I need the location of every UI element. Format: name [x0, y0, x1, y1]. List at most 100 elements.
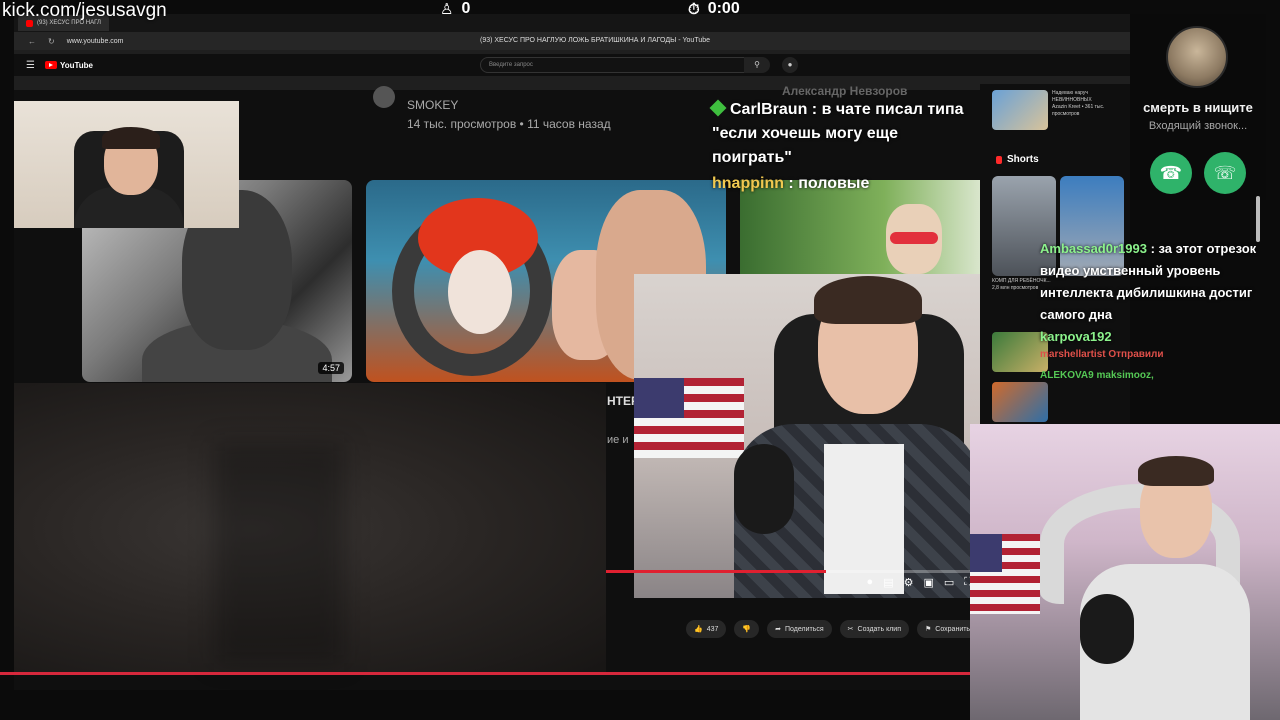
player-control-icons: ● ▤ ⚙ ▣ ▭ ⛶ [867, 576, 972, 589]
recommended-video-card[interactable]: Надеваю наруч НЕВИННОВНЫХ Azazin Kreet •… [992, 90, 1124, 130]
us-flag [970, 534, 1040, 614]
accept-video-call-button[interactable]: ☏ [1204, 152, 1246, 194]
streamer-hair [1138, 456, 1214, 486]
caller-name: смерть в нищите [1143, 100, 1253, 115]
tab-strip: (93) ХЕСУС ПРО НАГЛ [14, 14, 1130, 32]
flag-canton [970, 534, 1002, 572]
address-bar: ← ↻ www.youtube.com (93) ХЕСУС ПРО НАГЛУ… [14, 32, 1130, 50]
phone-icon: ☎ [1159, 163, 1183, 183]
viewer-count: 0 [461, 0, 471, 17]
chat-username: CarlBraun [730, 101, 808, 118]
reaction-webcam-top [14, 101, 239, 228]
autoplay-toggle-icon[interactable]: ● [867, 576, 874, 589]
call-status: Входящий звонок... [1148, 120, 1248, 132]
search-icon[interactable]: ⚲ [744, 57, 770, 73]
recommended-title: Надеваю наруч НЕВИННОВНЫХ [1052, 90, 1092, 103]
video-meta: SMOKEY 14 тыс. просмотров • 11 часов наз… [407, 96, 611, 134]
theater-mode-icon[interactable]: ▭ [944, 576, 954, 589]
chat-ghost-line: ALEKOVA9 maksimooz, [1040, 369, 1276, 382]
channel-name[interactable]: SMOKEY [407, 96, 611, 115]
chat-message: CarlBraun : в чате писал типа "если хоче… [709, 98, 980, 170]
scissors-icon: ✂ [847, 626, 854, 633]
recommended-video-card[interactable] [992, 382, 1124, 422]
viewer-counter: ♙ 0 [440, 0, 470, 18]
bookmark-icon: ⚑ [925, 626, 932, 633]
video-subtitle-partial: ие и [607, 434, 629, 446]
url-field[interactable]: www.youtube.com [67, 38, 124, 45]
dislike-button[interactable]: 👎 [734, 620, 760, 638]
chat-message: Ambassad0r1993 : за этот отрезок видео у… [1040, 238, 1276, 326]
youtube-play-icon [44, 61, 57, 69]
chat-username: Ambassad0r1993 [1040, 241, 1147, 256]
microphone-icon[interactable]: ● [782, 57, 798, 73]
chat-text: : половые [783, 175, 870, 192]
search-input[interactable]: Введите запрос [480, 57, 752, 73]
stream-progress-line [0, 672, 970, 675]
subtitles-icon[interactable]: ▤ [883, 576, 893, 589]
shorts-header: Shorts [996, 154, 1039, 165]
recommended-thumbnail [992, 382, 1048, 422]
thumbs-up-icon: 👍 [694, 626, 703, 633]
page-title: (93) ХЕСУС ПРО НАГЛУЮ ЛОЖЬ БРАТИШКИНА И … [480, 37, 711, 44]
caller-avatar [1166, 26, 1228, 88]
share-button[interactable]: ➦ Поделиться [767, 620, 832, 638]
microphone [734, 444, 794, 534]
video-player-webcam[interactable] [634, 274, 980, 598]
progress-fill [606, 570, 826, 573]
share-icon: ➦ [775, 626, 781, 633]
accept-call-button[interactable]: ☎ [1150, 152, 1192, 194]
like-count: 437 [706, 625, 719, 633]
recommended-meta: Azazin Kreet • 361 тыс. просмотров [1052, 104, 1105, 117]
youtube-logo-text: YouTube [59, 60, 93, 70]
flag-canton [634, 378, 684, 418]
youtube-logo[interactable]: YouTube [44, 60, 93, 70]
clip-label: Создать клип [857, 625, 902, 633]
video-duration: 4:57 [318, 362, 344, 374]
thumbs-down-icon: 👎 [742, 626, 752, 633]
viewers-icon: ♙ [440, 1, 454, 18]
video-shadow [214, 443, 344, 663]
chat-badge-icon [709, 99, 727, 117]
kick-channel-url: kick.com/jesusavgn [2, 0, 167, 21]
share-label: Поделиться [785, 625, 824, 633]
streamer-webcam [970, 424, 1280, 720]
chat-message: hnappinn : половые [712, 172, 980, 196]
chat-ghost-line: Александр Невзоров [782, 84, 908, 98]
miniplayer-icon[interactable]: ▣ [923, 576, 933, 589]
chat-overlay-right: Ambassad0r1993 : за этот отрезок видео у… [1040, 238, 1276, 382]
streamer-hair [814, 276, 922, 324]
back-icon[interactable]: ← [28, 37, 36, 46]
like-button[interactable]: 👍 437 [686, 620, 727, 638]
dark-video-frame [14, 383, 606, 675]
microphone [1080, 594, 1134, 664]
recommended-thumbnail [992, 90, 1048, 130]
chat-username: hnappinn [712, 175, 784, 192]
chat-ghost-text: marshellartist Отправили [1040, 349, 1164, 360]
us-flag [634, 378, 744, 458]
settings-gear-icon[interactable]: ⚙ [904, 576, 914, 589]
thumb-clown-face [448, 250, 512, 334]
save-label: Сохранить [935, 625, 971, 633]
timer-value: 0:00 [707, 0, 740, 17]
clip-button[interactable]: ✂ Создать клип [839, 620, 910, 638]
scrollbar-thumb[interactable] [1256, 196, 1260, 242]
browser-window: (93) ХЕСУС ПРО НАГЛ ← ↻ www.youtube.com … [14, 14, 1130, 90]
shorts-icon [996, 155, 1002, 164]
chat-ghost-text: ALEKOVA9 maksimooz, [1040, 370, 1154, 381]
channel-avatar[interactable] [373, 86, 395, 108]
phone-icon: ☏ [1213, 163, 1237, 183]
chat-message: karpova192 [1040, 326, 1276, 348]
stream-timer: ⏱ 0:00 [688, 0, 740, 18]
recommended-text: Надеваю наруч НЕВИННОВНЫХ Azazin Kreet •… [1052, 90, 1124, 130]
reload-icon[interactable]: ↻ [48, 37, 55, 46]
hamburger-menu-icon[interactable]: ☰ [26, 60, 35, 71]
incoming-call-widget: смерть в нищите Входящий звонок... ☎ ☏ [1130, 14, 1266, 200]
thumb-glasses [890, 232, 938, 244]
save-button[interactable]: ⚑ Сохранить [917, 620, 979, 638]
player-controls: ● ▤ ⚙ ▣ ▭ ⛶ [606, 568, 980, 598]
chat-ghost-line: marshellartist Отправили [1040, 348, 1276, 361]
webcam-person-hair [102, 127, 160, 149]
youtube-header: ☰ YouTube Введите запрос ⚲ ● [14, 54, 1130, 76]
chat-overlay-center: Александр Невзоров CarlBraun : в чате пи… [709, 84, 980, 196]
chat-username: karpova192 [1040, 329, 1112, 344]
